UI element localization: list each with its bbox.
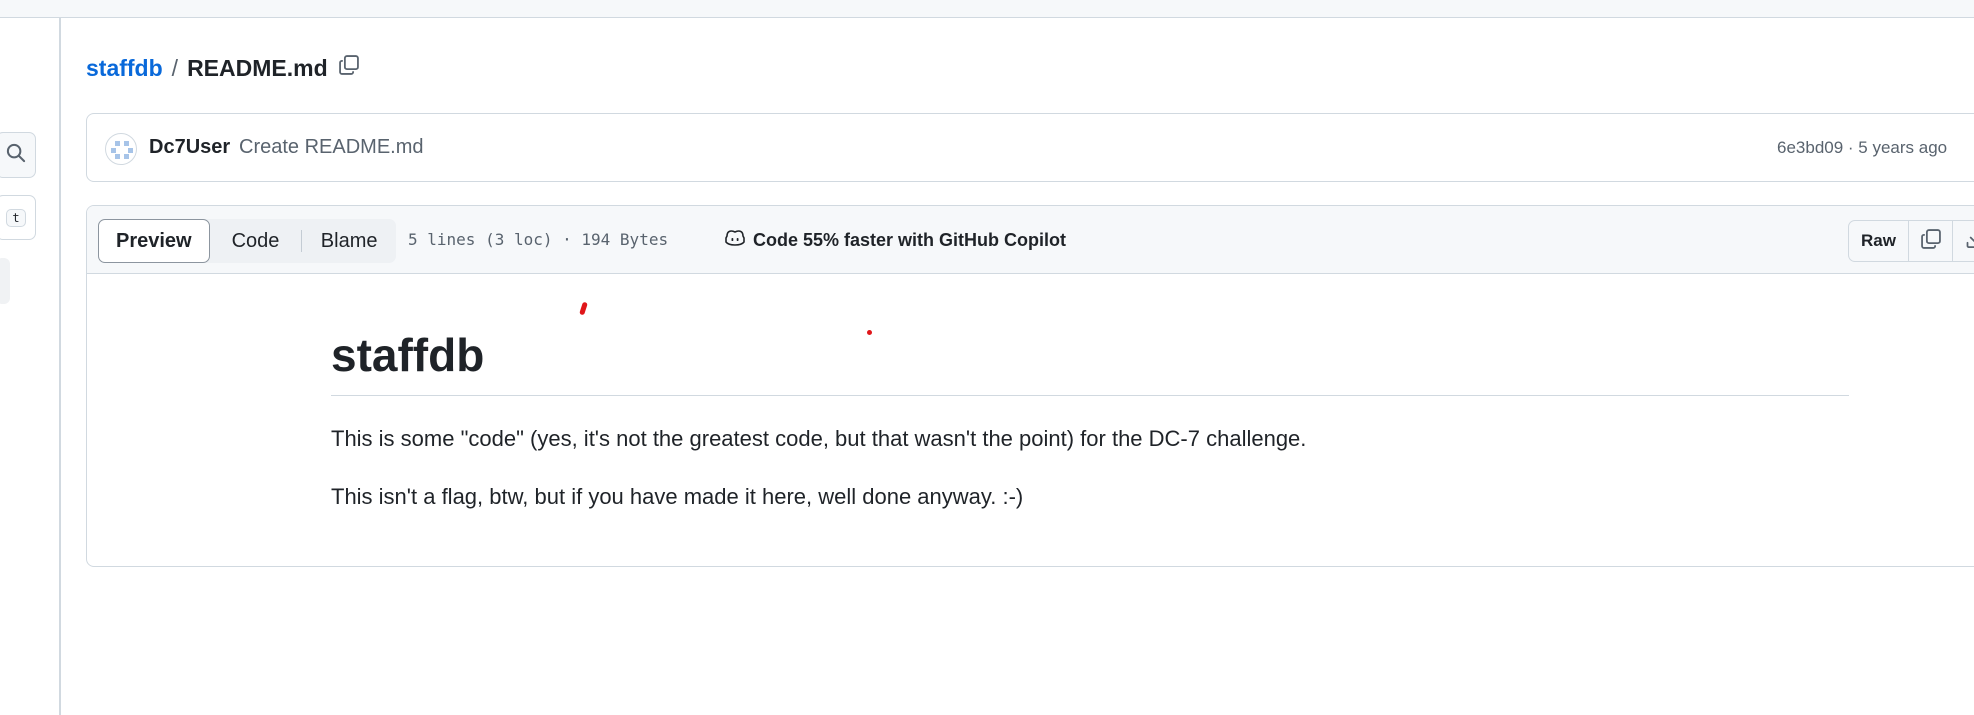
readme-content: staffdb This is some "code" (yes, it's n…	[331, 274, 1849, 510]
copilot-promo-link[interactable]: Code 55% faster with GitHub Copilot	[724, 228, 1066, 253]
download-button[interactable]	[1953, 221, 1974, 261]
latest-commit-bar: Dc7User Create README.md 6e3bd09 · 5 yea…	[86, 113, 1974, 182]
breadcrumb: staffdb / README.md	[86, 52, 360, 84]
copy-raw-button[interactable]	[1909, 221, 1953, 261]
copilot-promo-text: Code 55% faster with GitHub Copilot	[753, 230, 1067, 250]
go-to-file-button[interactable]: t	[0, 195, 36, 240]
commit-meta[interactable]: 6e3bd09 · 5 years ago	[1777, 138, 1947, 158]
top-bar	[0, 0, 1974, 18]
rail-active-item[interactable]	[0, 258, 10, 304]
file-header: Preview Code Blame 5 lines (3 loc) · 194…	[87, 206, 1974, 274]
readme-title: staffdb	[331, 330, 1849, 396]
file-actions: Raw	[1848, 220, 1974, 262]
download-icon	[1965, 229, 1974, 254]
avatar[interactable]	[105, 133, 137, 165]
readme-paragraph: This is some "code" (yes, it's not the g…	[331, 425, 1307, 451]
view-mode-switcher: Preview Code Blame	[98, 219, 396, 263]
file-size-info: 5 lines (3 loc) · 194 Bytes	[408, 230, 669, 249]
file-viewer: Preview Code Blame 5 lines (3 loc) · 194…	[86, 205, 1974, 567]
commit-message-link[interactable]: Create README.md	[239, 136, 424, 159]
commit-author-link[interactable]: Dc7User	[149, 136, 230, 159]
tab-code[interactable]: Code	[210, 219, 302, 263]
left-rail: t	[0, 18, 61, 715]
breadcrumb-repo-link[interactable]: staffdb	[86, 55, 163, 82]
annotation-dot	[867, 330, 872, 335]
search-button[interactable]	[0, 132, 36, 178]
readme-paragraph: This isn't a flag, btw, but if you have …	[331, 483, 1024, 509]
copilot-icon	[724, 228, 753, 253]
raw-button[interactable]: Raw	[1849, 221, 1909, 261]
copy-icon	[338, 54, 360, 82]
search-icon	[6, 143, 26, 168]
tab-blame[interactable]: Blame	[302, 219, 396, 263]
shortcut-key: t	[6, 208, 26, 227]
breadcrumb-separator: /	[171, 54, 179, 81]
copy-icon	[1920, 228, 1942, 255]
breadcrumb-file-name: README.md	[187, 54, 328, 81]
tab-preview[interactable]: Preview	[98, 219, 210, 263]
copy-path-button[interactable]	[338, 54, 360, 82]
